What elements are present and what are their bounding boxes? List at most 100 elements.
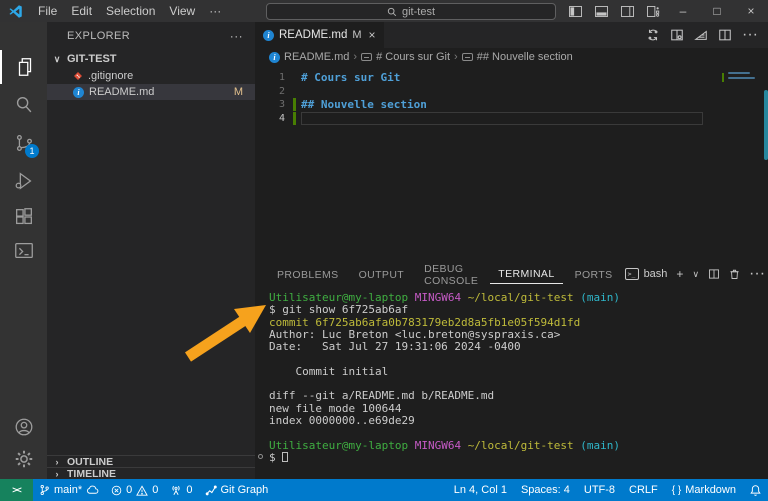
source-control-icon[interactable]: 1 [0,126,47,160]
minimap[interactable] [728,72,758,82]
terminal-dropdown-icon[interactable]: ∨ [692,269,699,280]
cursor-position-status[interactable]: Ln 4, Col 1 [447,479,514,501]
menubar-item-file[interactable]: File [31,4,64,18]
problems-status[interactable]: 0 0 [105,479,164,501]
file-name: README.md [89,86,154,98]
panel-more-actions-icon[interactable]: ··· [749,265,765,283]
panel-tab-problems[interactable]: PROBLEMS [269,265,347,284]
timeline-label: TIMELINE [67,468,116,480]
language-status[interactable]: { } Markdown [665,479,743,501]
eol-status[interactable]: CRLF [622,479,665,501]
window-maximize-button[interactable]: □ [700,0,734,22]
editor-more-actions-icon[interactable]: ··· [742,26,758,44]
timeline-section[interactable]: › TIMELINE [47,467,255,479]
terminal-line: Commit initial [269,365,768,377]
search-sidebar-icon[interactable] [0,88,47,122]
shell-label: bash [644,268,668,280]
minimap-line [728,77,755,79]
line-number: 1 [255,72,285,83]
tab-readme[interactable]: i README.md M × [255,22,384,48]
panel-tab-output[interactable]: OUTPUT [351,265,413,284]
notifications-status[interactable] [743,479,768,501]
git-branch-icon [39,484,50,496]
code-text: # Cours sur Git [301,71,400,84]
line-number: 3 [255,99,285,110]
menubar-item-edit[interactable]: Edit [64,4,99,18]
info-file-icon: i [269,52,280,63]
terminal-text: (main) [580,291,620,304]
open-preview-icon[interactable] [670,28,684,42]
open-changes-icon[interactable] [646,28,660,42]
menubar-item-selection[interactable]: Selection [99,4,162,18]
panel-header: PROBLEMSOUTPUTDEBUG CONSOLETERMINALPORTS… [255,262,768,286]
terminal-text [461,439,468,452]
panel-tab-ports[interactable]: PORTS [567,265,621,284]
code-line[interactable]: 1 # Cours sur Git [255,71,768,85]
window-close-button[interactable]: × [734,0,768,22]
file-name: .gitignore [88,70,133,82]
markdown-preview-icon[interactable] [694,28,708,42]
new-terminal-icon[interactable]: + [676,267,683,281]
panel-tab-debug-console[interactable]: DEBUG CONSOLE [416,259,486,290]
explorer-more-actions-icon[interactable]: ··· [230,29,243,43]
terminal-line: Utilisateur@my-laptop MINGW64 ~/local/gi… [269,439,768,451]
tab-close-icon[interactable]: × [369,28,376,42]
sync-cloud-icon [86,485,99,495]
code-line[interactable]: 4 [255,112,768,126]
error-count: 0 [126,484,132,496]
outline-section[interactable]: › OUTLINE [47,455,255,467]
terminal-line: $ git show 6f725ab6af [269,303,768,315]
extensions-icon[interactable] [0,200,47,234]
terminal-text: Author: Luc Breton <luc.breton@syspraxis… [269,328,560,341]
code-editor[interactable]: 1 # Cours sur Git23## Nouvelle section4 [255,66,768,262]
terminal-activity-icon[interactable] [0,234,47,268]
terminal-text: index 0000000..e69de29 [269,414,415,427]
terminal-text: Commit initial [269,365,388,378]
activity-bar: 1 [0,22,47,479]
menu-more-icon[interactable]: ··· [202,4,228,18]
breadcrumb-h2[interactable]: ## Nouvelle section [477,51,573,63]
terminal-text: ~/local/git-test [468,291,574,304]
terminal-profile[interactable]: >_ bash [625,268,668,280]
terminal-output[interactable]: Utilisateur@my-laptop MINGW64 ~/local/gi… [255,286,768,479]
terminal-text: ~/local/git-test [468,439,574,452]
split-terminal-icon[interactable] [708,268,720,280]
terminal-text [408,439,415,452]
ports-status[interactable]: 0 [164,479,198,501]
command-decoration-icon[interactable] [258,454,263,459]
kill-terminal-icon[interactable] [729,268,740,280]
accounts-icon[interactable] [0,410,47,444]
customize-layout-icon[interactable] [640,0,666,22]
file-row-readme[interactable]: i README.md M [47,84,255,100]
encoding-status[interactable]: UTF-8 [577,479,622,501]
file-row-gitignore[interactable]: .gitignore [47,68,255,84]
explorer-icon[interactable] [0,50,47,84]
overview-ruler[interactable] [764,90,768,160]
panel-tab-terminal[interactable]: TERMINAL [490,264,562,284]
remote-indicator[interactable]: >< [0,479,33,501]
tab-modified-badge: M [352,29,361,41]
branch-status[interactable]: main* [33,479,105,501]
breadcrumb-file[interactable]: README.md [284,51,349,63]
indentation-status[interactable]: Spaces: 4 [514,479,577,501]
markdown-symbol-icon [462,53,473,61]
tree-root-git-test[interactable]: ∨ GIT-TEST [47,50,255,68]
broadcast-tower-icon [170,484,182,496]
toggle-panel-icon[interactable] [588,0,614,22]
error-icon [111,485,122,496]
code-line[interactable]: 2 [255,85,768,99]
split-editor-icon[interactable] [718,28,732,42]
git-graph-status[interactable]: Git Graph [199,479,275,501]
breadcrumb-h1[interactable]: # Cours sur Git [376,51,450,63]
toggle-sidebar-icon[interactable] [562,0,588,22]
code-line[interactable]: 3## Nouvelle section [255,98,768,112]
git-graph-icon [205,484,217,496]
toggle-secondary-sidebar-icon[interactable] [614,0,640,22]
braces-icon: { } [672,485,681,496]
vscode-window: FileEditSelectionView ··· ← → git-test –… [0,0,768,501]
settings-gear-icon[interactable] [0,442,47,476]
window-minimize-button[interactable]: – [666,0,700,22]
command-center-search[interactable]: git-test [266,3,556,20]
menubar-item-view[interactable]: View [162,4,202,18]
run-debug-icon[interactable] [0,164,47,198]
